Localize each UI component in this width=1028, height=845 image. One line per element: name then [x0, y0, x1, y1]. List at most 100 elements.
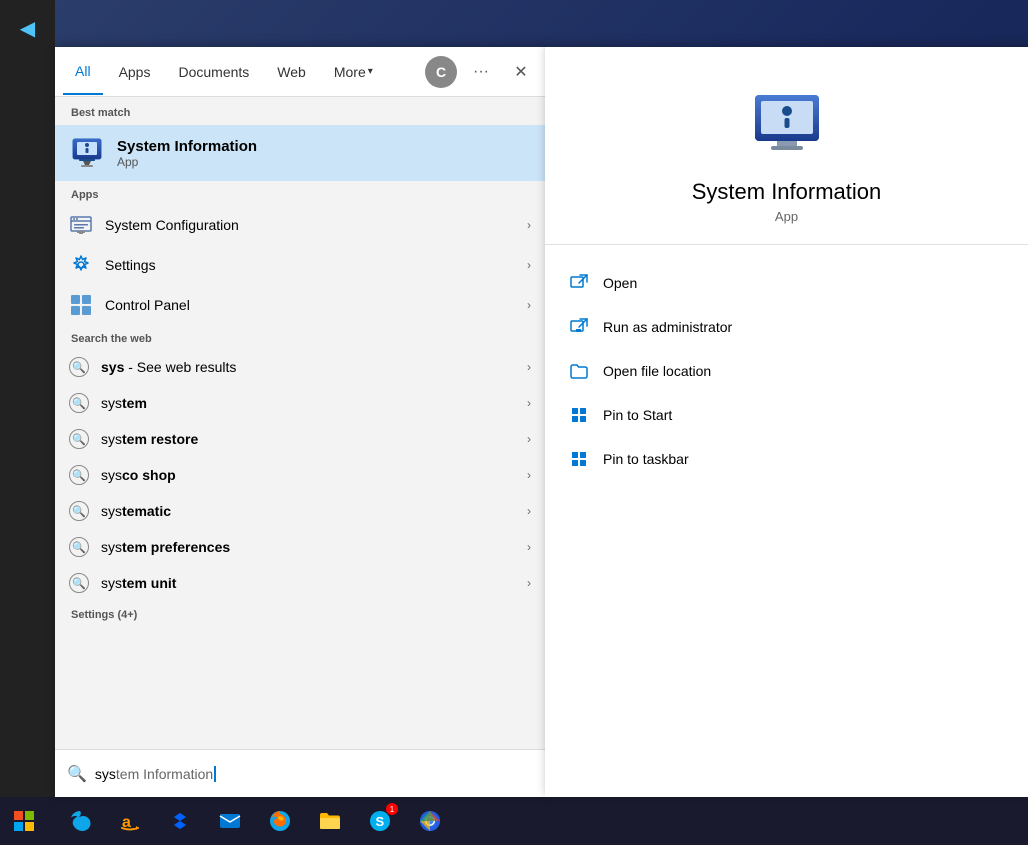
- search-results: Best match: [55, 97, 545, 797]
- settings-section-label: Settings (4+): [55, 601, 545, 625]
- tabs-bar: All Apps Documents Web More ▾ C ··· ✕: [55, 47, 545, 97]
- chrome-icon[interactable]: [406, 797, 454, 845]
- action-pin-start[interactable]: Pin to Start: [569, 393, 1004, 437]
- chevron-right-icon: ›: [527, 360, 531, 374]
- chevron-right-icon: ›: [527, 298, 531, 312]
- best-match-text: System Information App: [117, 138, 257, 169]
- app-item-system-config[interactable]: System Configuration ›: [55, 205, 545, 245]
- app-detail-subtitle: App: [775, 209, 798, 224]
- action-run-admin[interactable]: Run as administrator: [569, 305, 1004, 349]
- app-detail-header: System Information App: [545, 47, 1028, 245]
- amazon-icon[interactable]: a: [106, 797, 154, 845]
- web-item-system[interactable]: 🔍 system ›: [55, 385, 545, 421]
- system-config-icon: [69, 213, 93, 237]
- system-config-label: System Configuration: [105, 217, 515, 233]
- taskbar: a: [0, 797, 1028, 845]
- search-query-suffix: tem Information: [116, 766, 213, 782]
- skype-notification-badge: 1: [386, 803, 398, 815]
- chevron-right-icon: ›: [527, 396, 531, 410]
- search-icon: 🔍: [69, 357, 89, 377]
- left-edge-panel: ◀: [0, 0, 55, 797]
- tab-all[interactable]: All: [63, 49, 103, 95]
- web-item-text-system-unit: system unit: [101, 575, 515, 591]
- mail-icon[interactable]: [206, 797, 254, 845]
- chevron-right-icon: ›: [527, 576, 531, 590]
- best-match-subtitle: App: [117, 155, 257, 169]
- explorer-icon[interactable]: [306, 797, 354, 845]
- edge-icon[interactable]: [56, 797, 104, 845]
- control-panel-label: Control Panel: [105, 297, 515, 313]
- tab-more[interactable]: More ▾: [322, 50, 385, 94]
- chevron-right-icon: ›: [527, 504, 531, 518]
- search-panel: All Apps Documents Web More ▾ C ··· ✕ Be…: [55, 47, 545, 797]
- web-item-text-system: system: [101, 395, 515, 411]
- user-avatar[interactable]: C: [425, 56, 457, 88]
- firefox-icon[interactable]: [256, 797, 304, 845]
- control-panel-icon: [69, 293, 93, 317]
- web-item-text-sys: sys - See web results: [101, 359, 515, 375]
- action-open-file-location-label: Open file location: [603, 363, 711, 379]
- search-input-display[interactable]: system Information: [95, 766, 533, 782]
- folder-icon: [569, 361, 589, 381]
- settings-icon: [69, 253, 93, 277]
- chevron-right-icon: ›: [527, 540, 531, 554]
- web-item-text-system-restore: system restore: [101, 431, 515, 447]
- admin-icon: [569, 317, 589, 337]
- left-edge-button[interactable]: ◀: [8, 8, 48, 48]
- web-item-system-preferences[interactable]: 🔍 system preferences ›: [55, 529, 545, 565]
- tab-apps[interactable]: Apps: [107, 50, 163, 94]
- web-section-label: Search the web: [55, 325, 545, 349]
- chevron-right-icon: ›: [527, 432, 531, 446]
- web-item-system-unit[interactable]: 🔍 system unit ›: [55, 565, 545, 601]
- action-pin-taskbar[interactable]: Pin to taskbar: [569, 437, 1004, 481]
- action-pin-start-label: Pin to Start: [603, 407, 672, 423]
- web-item-text-system-preferences: system preferences: [101, 539, 515, 555]
- web-item-sys[interactable]: 🔍 sys - See web results ›: [55, 349, 545, 385]
- search-icon: 🔍: [69, 465, 89, 485]
- web-item-systematic[interactable]: 🔍 systematic ›: [55, 493, 545, 529]
- start-button[interactable]: [0, 797, 48, 845]
- pin-taskbar-icon: [569, 449, 589, 469]
- best-match-title: System Information: [117, 138, 257, 155]
- pin-start-icon: [569, 405, 589, 425]
- app-item-control-panel[interactable]: Control Panel ›: [55, 285, 545, 325]
- chevron-down-icon: ▾: [368, 66, 373, 77]
- chevron-right-icon: ›: [527, 258, 531, 272]
- dropbox-icon[interactable]: [156, 797, 204, 845]
- apps-section-label: Apps: [55, 181, 545, 205]
- web-item-text-systematic: systematic: [101, 503, 515, 519]
- app-detail-icon: [747, 87, 827, 167]
- app-item-settings[interactable]: Settings ›: [55, 245, 545, 285]
- tab-documents[interactable]: Documents: [166, 50, 261, 94]
- search-icon: 🔍: [69, 501, 89, 521]
- system-info-icon: [69, 135, 105, 171]
- settings-label: Settings: [105, 257, 515, 273]
- svg-text:S: S: [376, 814, 385, 829]
- app-detail-title: System Information: [692, 179, 882, 205]
- search-icon: 🔍: [69, 429, 89, 449]
- text-cursor: [214, 766, 216, 782]
- search-query-prefix: sys: [95, 766, 116, 782]
- action-run-admin-label: Run as administrator: [603, 319, 732, 335]
- taskbar-icons: a: [56, 797, 1028, 845]
- search-bar-bottom: 🔍 system Information: [55, 749, 545, 797]
- best-match-label: Best match: [55, 97, 545, 125]
- app-actions-list: Open Run as administrator Open file l: [545, 245, 1028, 497]
- search-icon: 🔍: [69, 393, 89, 413]
- web-item-text-sysco: sysco shop: [101, 467, 515, 483]
- action-open[interactable]: Open: [569, 261, 1004, 305]
- search-icon: 🔍: [69, 537, 89, 557]
- best-match-item[interactable]: System Information App: [55, 125, 545, 181]
- action-open-label: Open: [603, 275, 637, 291]
- right-panel: System Information App Open: [545, 47, 1028, 797]
- action-pin-taskbar-label: Pin to taskbar: [603, 451, 689, 467]
- web-item-sysco[interactable]: 🔍 sysco shop ›: [55, 457, 545, 493]
- more-options-button[interactable]: ···: [465, 56, 497, 88]
- chevron-right-icon: ›: [527, 468, 531, 482]
- close-button[interactable]: ✕: [505, 56, 537, 88]
- web-item-system-restore[interactable]: 🔍 system restore ›: [55, 421, 545, 457]
- action-open-file-location[interactable]: Open file location: [569, 349, 1004, 393]
- tab-web[interactable]: Web: [265, 50, 318, 94]
- chevron-right-icon: ›: [527, 218, 531, 232]
- skype-icon[interactable]: S 1: [356, 797, 404, 845]
